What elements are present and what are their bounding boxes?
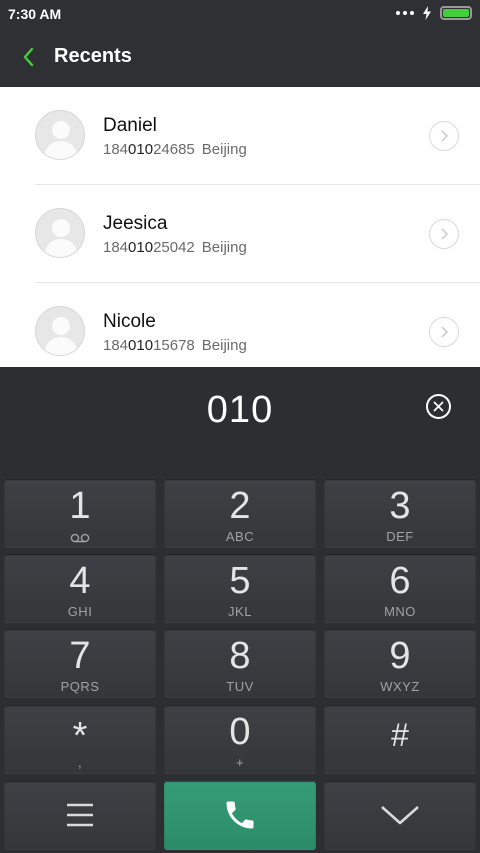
key-digit: 9 <box>389 635 411 677</box>
key-letters: GHI <box>67 604 93 619</box>
key-letters: TUV <box>226 679 254 694</box>
key-2[interactable]: 2 ABC <box>164 479 316 548</box>
more-notifications-icon <box>396 6 414 20</box>
contact-name: Jeesica <box>103 213 168 234</box>
phone-icon <box>226 801 254 829</box>
key-star[interactable]: * , <box>4 705 156 774</box>
menu-icon <box>67 803 93 827</box>
chevron-right-icon <box>441 228 449 240</box>
key-letters: MNO <box>384 604 416 619</box>
key-digit: 6 <box>389 560 411 602</box>
person-icon <box>44 121 78 159</box>
charging-icon <box>423 6 431 20</box>
contact-location: Beijing <box>201 239 247 256</box>
contact-row[interactable]: Jeesica 18401025042 Beijing <box>0 185 480 283</box>
contact-number: 18401015678 Beijing <box>103 337 247 354</box>
key-digit: # <box>391 717 409 753</box>
key-digit: 1 <box>69 485 91 527</box>
back-button[interactable] <box>14 44 42 70</box>
clear-button[interactable] <box>426 394 451 419</box>
key-4[interactable]: 4 GHI <box>4 554 156 623</box>
key-0[interactable]: 0 + <box>164 705 316 774</box>
chevron-right-icon <box>441 130 449 142</box>
page-title: Recents <box>54 45 132 67</box>
person-icon <box>44 219 78 257</box>
status-time: 7:30 AM <box>8 6 62 22</box>
key-letters: + <box>235 755 245 770</box>
dial-display: 010 <box>0 367 480 477</box>
key-letters: WXYZ <box>380 679 420 694</box>
contact-number: 18401024685 Beijing <box>103 141 247 158</box>
status-icons <box>396 6 472 20</box>
avatar <box>35 306 85 356</box>
key-7[interactable]: 7 PQRS <box>4 629 156 698</box>
key-hash[interactable]: # <box>324 705 476 774</box>
recents-list: Daniel 18401024685 Beijing Jeesica 184010… <box>0 87 480 367</box>
dialed-number[interactable]: 010 <box>0 389 480 432</box>
key-9[interactable]: 9 WXYZ <box>324 629 476 698</box>
chevron-down-icon <box>381 806 419 825</box>
key-5[interactable]: 5 JKL <box>164 554 316 623</box>
key-letters: ABC <box>225 529 255 544</box>
chevron-right-icon <box>441 326 449 338</box>
key-digit: 8 <box>229 635 251 677</box>
key-3[interactable]: 3 DEF <box>324 479 476 548</box>
key-digit: 0 <box>229 711 251 753</box>
avatar <box>35 208 85 258</box>
contact-name: Daniel <box>103 115 157 136</box>
contact-row[interactable]: Nicole 18401015678 Beijing <box>0 283 480 367</box>
key-letters: DEF <box>386 529 414 544</box>
key-letters: JKL <box>228 604 252 619</box>
key-8[interactable]: 8 TUV <box>164 629 316 698</box>
person-icon <box>44 317 78 355</box>
voicemail-icon <box>70 533 90 543</box>
battery-icon <box>440 6 472 20</box>
avatar <box>35 110 85 160</box>
key-1[interactable]: 1 <box>4 479 156 548</box>
contact-number: 18401025042 Beijing <box>103 239 247 256</box>
contact-location: Beijing <box>201 141 247 158</box>
contact-location: Beijing <box>201 337 247 354</box>
contact-row[interactable]: Daniel 18401024685 Beijing <box>0 87 480 185</box>
contact-detail-button[interactable] <box>429 219 459 249</box>
battery-fill <box>443 9 469 17</box>
contact-detail-button[interactable] <box>429 317 459 347</box>
collapse-keypad-button[interactable] <box>324 781 476 850</box>
key-digit: 2 <box>229 485 251 527</box>
key-digit: 7 <box>69 635 91 677</box>
key-digit: 4 <box>69 560 91 602</box>
chevron-left-icon <box>23 47 34 67</box>
menu-button[interactable] <box>4 781 156 850</box>
contact-name: Nicole <box>103 311 156 332</box>
app-header: Recents <box>0 28 480 86</box>
key-letters: PQRS <box>60 679 100 694</box>
key-6[interactable]: 6 MNO <box>324 554 476 623</box>
key-digit: * <box>72 715 88 757</box>
contact-detail-button[interactable] <box>429 121 459 151</box>
key-digit: 5 <box>229 560 251 602</box>
clear-icon <box>433 401 444 412</box>
status-bar: 7:30 AM <box>0 0 480 28</box>
key-letters: , <box>77 755 83 770</box>
key-digit: 3 <box>389 485 411 527</box>
call-button[interactable] <box>164 781 316 850</box>
